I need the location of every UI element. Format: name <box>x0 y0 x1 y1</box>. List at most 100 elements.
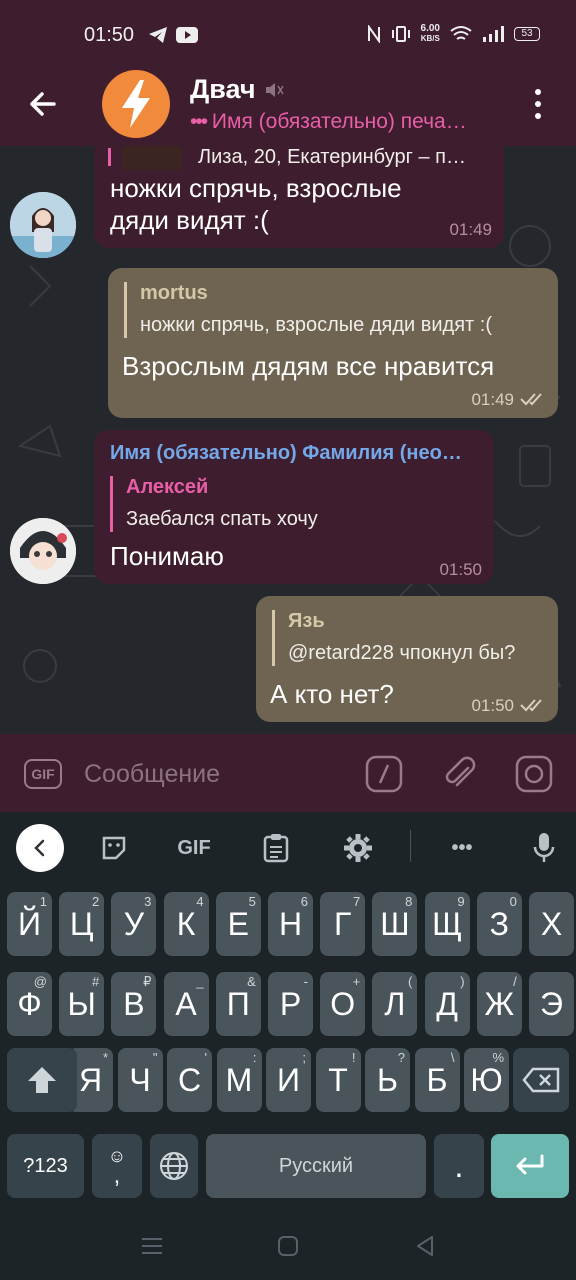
key-letter: С <box>177 1061 202 1098</box>
nfc-icon <box>367 25 380 43</box>
read-checks-icon <box>520 393 542 406</box>
key-К[interactable]: К4 <box>163 892 209 956</box>
key-hint: 7 <box>352 894 361 909</box>
key-П[interactable]: П & <box>215 972 261 1036</box>
more-options-button[interactable]: ••• <box>438 824 486 872</box>
key-Ь[interactable]: Ь? <box>365 1048 410 1112</box>
key-В[interactable]: В ₽ <box>111 972 157 1036</box>
key-Э[interactable]: Э <box>529 972 574 1036</box>
key-Н[interactable]: Н6 <box>268 892 313 956</box>
key-О[interactable]: О + <box>320 972 366 1036</box>
key-Д[interactable]: Д) <box>424 972 470 1036</box>
key-letter: Х <box>540 905 563 942</box>
key-Б[interactable]: Б \ <box>414 1048 460 1112</box>
gif-toolbar-button[interactable]: GIF <box>170 824 218 872</box>
reply-author: Алексей <box>126 476 209 498</box>
key-Ф[interactable]: Ф @ <box>7 972 52 1036</box>
space-key[interactable]: Русский <box>206 1134 426 1198</box>
chat-title[interactable]: Двач <box>190 74 284 105</box>
key-Ю[interactable]: Ю% <box>464 1048 509 1112</box>
message-bubble-incoming[interactable]: Лиза, 20, Екатеринбург – п… ножки спрячь… <box>94 146 504 248</box>
enter-key[interactable] <box>491 1134 569 1198</box>
key-hint: _ <box>196 974 204 989</box>
back-button[interactable] <box>24 84 64 124</box>
chat-avatar[interactable] <box>102 70 170 138</box>
key-З[interactable]: З0 <box>476 892 522 956</box>
key-Ц[interactable]: Ц2 <box>59 892 105 956</box>
key-hint: ) <box>460 974 465 989</box>
key-Ы[interactable]: Ы # <box>59 972 105 1036</box>
key-letter: Щ <box>432 905 463 942</box>
more-menu-button[interactable] <box>526 84 550 124</box>
key-И[interactable]: И; <box>266 1048 311 1112</box>
voice-input-button[interactable] <box>520 824 568 872</box>
gif-button[interactable]: GIF <box>24 759 62 789</box>
key-hint: " <box>152 1050 158 1065</box>
key-hint: + <box>352 974 361 989</box>
message-bubble-incoming[interactable]: Имя (обязательно) Фамилия (нео… Алексей … <box>94 430 494 584</box>
chat-header: Двач ••• Имя (обязательно) печа… <box>0 62 576 146</box>
key-Й[interactable]: Й1 <box>7 892 52 956</box>
key-hint: ! <box>351 1050 356 1065</box>
period-key[interactable]: . <box>434 1134 484 1198</box>
key-hint: ' <box>204 1050 207 1065</box>
key-hint: # <box>91 974 100 989</box>
reply-bar <box>272 610 275 666</box>
camera-icon[interactable] <box>514 754 554 794</box>
message-input-bar: GIF <box>0 734 576 812</box>
chat-area[interactable]: Лиза, 20, Екатеринбург – п… ножки спрячь… <box>0 146 576 734</box>
shift-key[interactable] <box>7 1048 77 1112</box>
globe-icon <box>160 1152 188 1180</box>
key-М[interactable]: М: <box>216 1048 262 1112</box>
symbols-key[interactable]: ?123 <box>7 1134 84 1198</box>
key-С[interactable]: С ' <box>167 1048 212 1112</box>
sender-avatar[interactable] <box>10 192 76 258</box>
key-Е[interactable]: Е5 <box>215 892 261 956</box>
key-letter: О <box>330 985 356 1022</box>
key-Т[interactable]: Т! <box>315 1048 361 1112</box>
key-hint: / <box>513 974 517 989</box>
key-А[interactable]: А _ <box>163 972 209 1036</box>
emoji-comma-key[interactable]: ☺ , <box>92 1134 142 1198</box>
key-letter: Т <box>328 1061 348 1098</box>
attach-icon[interactable] <box>440 754 480 794</box>
back-nav-icon[interactable] <box>414 1235 436 1257</box>
key-letter: И <box>277 1061 300 1098</box>
key-Л[interactable]: Л( <box>372 972 418 1036</box>
wifi-icon <box>450 26 472 40</box>
toolbar-back-button[interactable] <box>16 824 64 872</box>
key-letter: Ы <box>67 985 96 1022</box>
key-hint: 1 <box>39 894 47 909</box>
sticker-button[interactable] <box>90 824 138 872</box>
key-hint: ₽ <box>143 974 152 989</box>
key-hint: 8 <box>405 894 413 909</box>
key-Ч[interactable]: Ч " <box>117 1048 163 1112</box>
key-Щ[interactable]: Щ9 <box>424 892 470 956</box>
clipboard-button[interactable] <box>252 824 300 872</box>
system-nav-bar <box>0 1232 576 1280</box>
message-input[interactable] <box>84 756 344 792</box>
key-letter: Д <box>436 985 458 1022</box>
backspace-key[interactable] <box>513 1048 569 1112</box>
settings-button[interactable] <box>334 824 382 872</box>
key-Ж[interactable]: Ж / <box>476 972 522 1036</box>
message-bubble-outgoing[interactable]: mortus ножки спрячь, взрослые дяди видят… <box>108 268 558 418</box>
bot-command-icon[interactable] <box>364 754 404 794</box>
keyboard: GIF ••• Й1Ц2У3К4Е5Н6Г7Ш8Щ9З0Х Ф @ Ы # В ₽ А _ П &… <box>0 812 576 1280</box>
key-Ш[interactable]: Ш8 <box>372 892 418 956</box>
sender-avatar[interactable] <box>10 518 76 584</box>
key-Х[interactable]: Х <box>529 892 574 956</box>
key-Р[interactable]: Р- <box>268 972 313 1036</box>
key-hint: 3 <box>144 894 152 909</box>
sender-name: Имя (обязательно) Фамилия (нео… <box>110 442 462 464</box>
typing-status: ••• Имя (обязательно) печа… <box>190 110 467 133</box>
key-У[interactable]: У3 <box>111 892 157 956</box>
key-Г[interactable]: Г7 <box>320 892 366 956</box>
language-key[interactable] <box>150 1134 198 1198</box>
home-icon[interactable] <box>277 1235 299 1257</box>
key-letter: Р <box>279 985 302 1022</box>
microphone-icon <box>533 833 555 862</box>
toolbar-divider <box>410 830 411 862</box>
recent-apps-icon[interactable] <box>140 1236 164 1256</box>
message-bubble-outgoing[interactable]: Язь @retard228 чпокнул бы? А кто нет? 01… <box>256 596 558 722</box>
